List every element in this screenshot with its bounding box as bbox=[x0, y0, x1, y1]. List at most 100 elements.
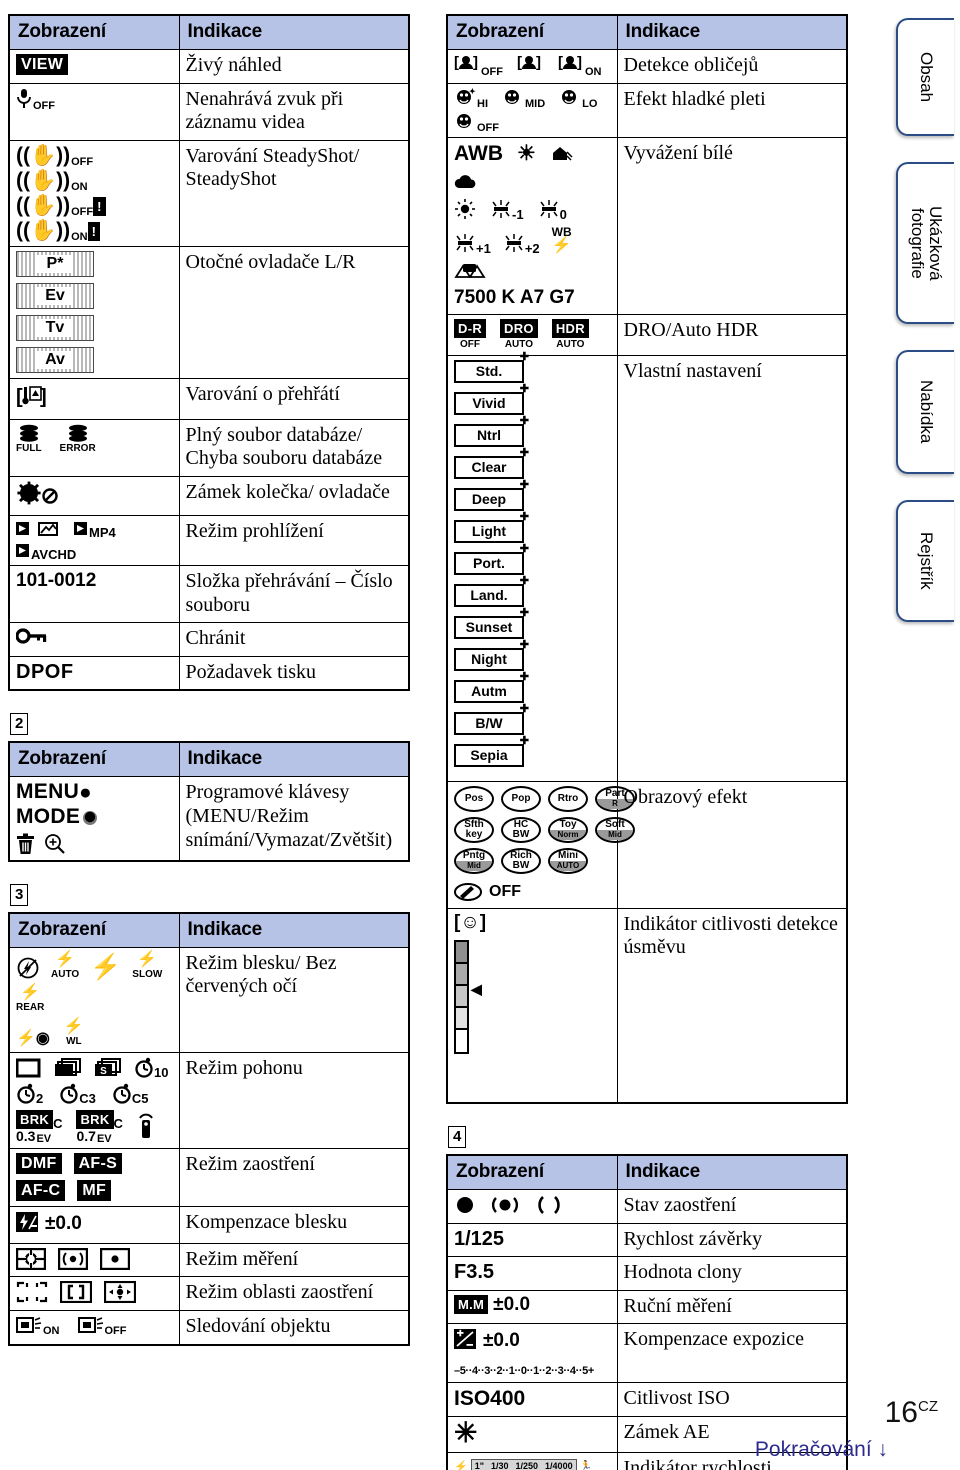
smile-bar-segment bbox=[456, 941, 467, 964]
smile-detection-icon: [☺] bbox=[454, 913, 486, 932]
picture-effect-pill: Rtro bbox=[548, 785, 588, 812]
smile-bar-pointer-icon: ◀ bbox=[471, 980, 482, 997]
indication-cell: Živý náhled bbox=[178, 49, 410, 84]
protect-key-icon bbox=[15, 628, 47, 644]
soft-skin-mid-label: MID bbox=[525, 97, 546, 110]
white-balance-flash-icon: WB ⚡ bbox=[552, 226, 572, 254]
table-header-row: Zobrazení Indikace bbox=[8, 741, 410, 778]
display-cell: VIEW bbox=[8, 49, 180, 84]
fluorescent-icon bbox=[456, 233, 474, 252]
focus-area-wide-icon bbox=[16, 1282, 48, 1303]
strip-tick: 1/30 bbox=[490, 1461, 509, 1470]
drive-speed-priority-icon: S bbox=[95, 1057, 121, 1077]
table-row: MP4 AVCHD Režim prohlížení bbox=[8, 514, 410, 566]
face-detection-on-icon: [ ] ON bbox=[558, 54, 602, 78]
tab-obsah[interactable]: Obsah bbox=[896, 18, 954, 136]
table-header-row: Zobrazení Indikace bbox=[446, 14, 848, 50]
face-registration-icon: [ ] bbox=[517, 54, 544, 76]
svg-text:[: [ bbox=[16, 386, 23, 408]
flash-fill-icon: ⚡ bbox=[90, 952, 122, 981]
table-row: 101-0012 Složka přehrávání – Číslo soubo… bbox=[8, 564, 410, 624]
effect-top-label: Mini bbox=[558, 849, 578, 861]
dial-av-label: Av bbox=[37, 350, 73, 369]
running-person-icon: 🏃 bbox=[579, 1461, 593, 1470]
display-cell: ±0.0 –5··4··3··2··1··0··1··2··3··4··5+ bbox=[446, 1323, 618, 1384]
table-section-5: Zobrazení Indikace Stav zaostření 1/125 … bbox=[446, 1154, 848, 1470]
display-cell: MP4 AVCHD bbox=[8, 514, 180, 566]
smile-bar-segment bbox=[456, 963, 467, 986]
creative-style-chip: Land. bbox=[454, 576, 529, 607]
table-row: D-R OFF DRO AUTO HDR AUTO DRO/Auto HDR bbox=[446, 313, 848, 356]
tracking-on-label: ON bbox=[43, 1324, 60, 1337]
soft-skin-face-icon bbox=[457, 113, 471, 128]
effect-bottom-label: BW bbox=[512, 828, 530, 840]
steadyshot-off-icon: ((✋)) OFF bbox=[16, 145, 94, 168]
live-view-icon: VIEW bbox=[16, 54, 69, 75]
microphone-off-label: OFF bbox=[33, 99, 55, 112]
white-balance-awb-label: AWB bbox=[454, 141, 503, 165]
page-region-code: CZ bbox=[918, 1398, 938, 1415]
bracket-ev-label: EV bbox=[36, 1132, 52, 1145]
manual-page: Zobrazení Indikace VIEW Živý náhled OFF … bbox=[0, 0, 960, 1470]
column-header-indication: Indikace bbox=[178, 741, 410, 778]
tab-label: Nabídka bbox=[916, 380, 936, 444]
effect-bottom-label: Norm bbox=[550, 829, 586, 840]
table-row: Pos Pop Rtro Part R Sfth key HC BW Toy N… bbox=[446, 780, 848, 909]
wb-flash-label: WB bbox=[551, 224, 572, 239]
table-row: ±0.0 –5··4··3··2··1··0··1··2··3··4··5+ K… bbox=[446, 1323, 848, 1384]
mp4-label: MP4 bbox=[89, 524, 116, 540]
steadyshot-off-warning-label: OFF bbox=[71, 205, 94, 218]
steadyshot-on-label: ON bbox=[71, 180, 88, 193]
self-timer-10-label: 10 bbox=[154, 1064, 169, 1080]
view-mode-mp4-icon: MP4 bbox=[74, 520, 116, 540]
tab-rejstrik[interactable]: Rejstřík bbox=[896, 500, 954, 622]
table-row: Zámek kolečka/ ovladače bbox=[8, 475, 410, 516]
view-mode-avchd-icon: AVCHD bbox=[16, 542, 76, 561]
indication-cell: Obrazový efekt bbox=[616, 780, 848, 909]
display-cell: F3.5 bbox=[446, 1256, 618, 1291]
creative-style-chip: Vivid bbox=[454, 384, 529, 415]
tab-label: Rejstřík bbox=[916, 532, 936, 590]
indication-cell: Varování SteadyShot/ SteadyShot bbox=[178, 139, 410, 247]
picture-effect-off-label: OFF bbox=[489, 882, 521, 900]
section-number-3: 3 bbox=[10, 883, 29, 906]
tracking-icon bbox=[16, 1316, 42, 1333]
play-icon bbox=[16, 543, 29, 557]
hand-shake-icon: ((✋)) bbox=[16, 218, 71, 242]
picture-effect-pill: Soft Mid bbox=[595, 816, 635, 843]
indication-cell: Vlastní nastavení bbox=[616, 354, 848, 782]
soft-skin-face-icon bbox=[505, 89, 519, 104]
metering-spot-icon bbox=[100, 1247, 130, 1270]
shutter-speed-indicator: ⚡ 1" 1/30 1/250 1/4000 🏃 bbox=[454, 1459, 592, 1470]
display-cell: OFF bbox=[8, 82, 180, 141]
dro-badge-icon: DRO bbox=[500, 318, 538, 338]
bracket-ev-label: EV bbox=[96, 1132, 112, 1145]
svg-text:✦: ✦ bbox=[469, 88, 476, 96]
tab-nabidka[interactable]: Nabídka bbox=[896, 350, 954, 474]
steadyshot-off-label: OFF bbox=[71, 155, 94, 168]
creative-style-chip: Light bbox=[454, 512, 529, 543]
metering-multi-icon bbox=[16, 1247, 46, 1270]
display-cell: ✳ bbox=[446, 1416, 618, 1454]
display-cell: 1/125 bbox=[446, 1222, 618, 1258]
creative-style-chip: Deep bbox=[454, 480, 529, 511]
soft-skin-lo-icon: LO bbox=[559, 88, 597, 109]
tab-label: Obsah bbox=[916, 51, 936, 103]
indication-cell: Režim pohonu bbox=[178, 1051, 410, 1149]
incandescent-icon bbox=[455, 198, 475, 219]
indication-cell: Programové klávesy (MENU/Režim snímání/V… bbox=[178, 776, 410, 862]
table-row: DPOF Požadavek tisku bbox=[8, 655, 410, 691]
picture-effect-off-icon bbox=[454, 882, 482, 901]
picture-effect-pill: Pntg Mid bbox=[454, 847, 494, 874]
dro-badge-icon: D-R bbox=[454, 318, 487, 338]
indication-cell: Vyvážení bílé bbox=[616, 136, 848, 315]
indication-cell: Citlivost ISO bbox=[616, 1382, 848, 1418]
table-row: ISO400 Citlivost ISO bbox=[446, 1382, 848, 1418]
exposure-compensation-icon: ±0.0 bbox=[454, 1328, 520, 1350]
display-cell: ((✋)) OFF ((✋)) ON ((✋)) OFF ! ((✋)) ON … bbox=[8, 139, 180, 247]
tab-ukazkova-fotografie[interactable]: Ukázková fotografie bbox=[896, 162, 954, 324]
flash-slow-label: SLOW bbox=[132, 968, 163, 980]
page-number: 16CZ bbox=[885, 1396, 938, 1430]
right-column: Zobrazení Indikace [ ] OFF [] [] ON De… bbox=[446, 14, 848, 1470]
continued-link[interactable]: Pokračování ↓ bbox=[755, 1438, 888, 1462]
